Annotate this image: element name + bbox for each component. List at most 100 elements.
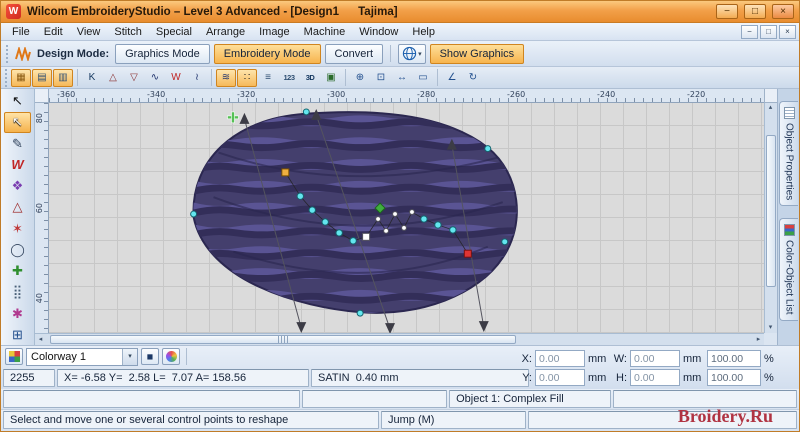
- pan-icon[interactable]: ↔: [392, 69, 412, 87]
- tab-object-properties[interactable]: Object Properties: [779, 101, 798, 207]
- node-edit-tool[interactable]: ❖: [4, 176, 31, 196]
- stitch-dots-tool[interactable]: ⣿: [4, 282, 31, 302]
- hint-field: Select and move one or several control p…: [3, 411, 379, 429]
- chevron-down-icon[interactable]: ▾: [122, 348, 137, 365]
- menu-machine[interactable]: Machine: [297, 25, 353, 39]
- separator: [211, 69, 212, 86]
- minimize-button[interactable]: −: [716, 4, 738, 19]
- scroll-up-icon[interactable]: ▴: [765, 103, 776, 113]
- scale-x-percent-label: %: [764, 352, 774, 365]
- toolbar-grip[interactable]: [6, 44, 9, 63]
- show-outlines-icon[interactable]: △: [103, 69, 123, 87]
- tab-color-object-list[interactable]: Color-Object List: [779, 218, 798, 321]
- mdi-restore-button[interactable]: □: [760, 24, 777, 39]
- zoom-box-icon[interactable]: ⊡: [371, 69, 391, 87]
- show-functions-icon[interactable]: ≋: [216, 68, 236, 87]
- menu-window[interactable]: Window: [352, 25, 405, 39]
- scroll-left-icon[interactable]: ◂: [35, 335, 46, 345]
- show-design-icon[interactable]: ▦: [11, 68, 31, 87]
- show-graphics-button[interactable]: Show Graphics: [429, 43, 525, 64]
- embroidery-mode-button[interactable]: Embroidery Mode: [213, 43, 321, 64]
- show-connectors-icon[interactable]: ≀: [187, 69, 207, 87]
- w-unit-label: mm: [683, 352, 702, 365]
- y-field[interactable]: [535, 369, 585, 386]
- pen-tool[interactable]: ✎: [4, 134, 31, 154]
- vertical-scrollbar[interactable]: ▴ ▾: [764, 103, 777, 333]
- menu-arrange[interactable]: Arrange: [199, 25, 252, 39]
- h-label: H:: [616, 371, 627, 384]
- h-field[interactable]: [630, 369, 680, 386]
- x-field[interactable]: [535, 350, 585, 367]
- select-tool[interactable]: ↖: [4, 91, 31, 111]
- menu-view[interactable]: View: [70, 25, 108, 39]
- reshape-tool[interactable]: ↖: [4, 112, 31, 133]
- ellipse-shape-tool[interactable]: ◯: [4, 240, 31, 260]
- vector-select-icon[interactable]: K: [82, 69, 102, 87]
- hoop-globe-button[interactable]: ▾: [398, 43, 426, 64]
- zoom-in-icon[interactable]: ⊕: [350, 69, 370, 87]
- graphics-mode-button[interactable]: Graphics Mode: [115, 43, 210, 64]
- menu-special[interactable]: Special: [149, 25, 199, 39]
- ruler-label: -220: [687, 90, 706, 99]
- colorway-dropdown[interactable]: Colorway 1 ▾: [26, 347, 138, 366]
- toolbar-grip[interactable]: [5, 68, 8, 87]
- trueview-icon[interactable]: ▣: [321, 69, 341, 87]
- ruler-label: -280: [417, 90, 436, 99]
- star-shape-tool[interactable]: ✶: [4, 219, 31, 239]
- convert-button[interactable]: Convert: [324, 43, 384, 64]
- add-point-tool[interactable]: ✚: [4, 261, 31, 281]
- scale-y-percent-label: %: [764, 371, 774, 384]
- scale-x-field[interactable]: [707, 350, 761, 367]
- cycle-colors-button[interactable]: [162, 348, 180, 366]
- separator: [77, 69, 78, 86]
- vertical-scroll-thumb[interactable]: [766, 135, 776, 287]
- overview-window-icon[interactable]: ▭: [413, 69, 433, 87]
- menu-help[interactable]: Help: [405, 25, 442, 39]
- vertical-ruler: 80 60 40: [35, 103, 49, 333]
- menu-image[interactable]: Image: [252, 25, 297, 39]
- threed-view-icon[interactable]: 3D: [300, 69, 320, 87]
- triangle-shape-tool[interactable]: △: [4, 197, 31, 217]
- design-canvas[interactable]: [49, 103, 764, 333]
- close-button[interactable]: ×: [772, 4, 794, 19]
- horizontal-scroll-thumb[interactable]: [49, 335, 517, 344]
- h-unit-label: mm: [683, 371, 702, 384]
- selection-type-field: Jump (M): [381, 411, 526, 429]
- sequin-tool[interactable]: ✱: [4, 304, 31, 324]
- mdi-minimize-button[interactable]: −: [741, 24, 758, 39]
- mdi-close-button[interactable]: ×: [779, 24, 796, 39]
- entry-point-marker[interactable]: [227, 111, 239, 124]
- grid-points-tool[interactable]: ⊞: [4, 325, 31, 345]
- show-shapes-icon[interactable]: ▽: [124, 69, 144, 87]
- menu-file[interactable]: File: [5, 25, 37, 39]
- x-label: X:: [521, 352, 532, 365]
- stitch-type-field: SATIN 0.40 mm: [311, 369, 529, 388]
- show-rulers-icon[interactable]: ▥: [53, 68, 73, 87]
- colorway-palette-button[interactable]: [5, 348, 23, 366]
- window-title: Wilcom EmbroideryStudio – Level 3 Advanc…: [27, 5, 398, 18]
- globe-dropdown-arrow[interactable]: ▾: [418, 50, 422, 58]
- lettering-view-icon[interactable]: W: [166, 69, 186, 87]
- redraw-icon[interactable]: ↻: [463, 69, 483, 87]
- measure-icon[interactable]: ∠: [442, 69, 462, 87]
- colorway-selected-value: Colorway 1: [31, 350, 87, 363]
- scrollbar-corner: [764, 333, 777, 345]
- scale-y-field[interactable]: [707, 369, 761, 386]
- show-needle-points-icon[interactable]: ∷: [237, 68, 257, 87]
- stitch-numbers-icon[interactable]: 123: [279, 69, 299, 87]
- scroll-down-icon[interactable]: ▾: [765, 323, 776, 333]
- stitch-list-icon[interactable]: ≡: [258, 69, 278, 87]
- w-field[interactable]: [630, 350, 680, 367]
- ruler-label: -360: [57, 90, 76, 99]
- separator: [345, 69, 346, 86]
- lettering-tool[interactable]: W: [4, 155, 31, 175]
- horizontal-scrollbar[interactable]: ◂ ▸: [35, 333, 764, 345]
- menu-stitch[interactable]: Stitch: [107, 25, 149, 39]
- maximize-button[interactable]: □: [744, 4, 766, 19]
- show-grid-icon[interactable]: ▤: [32, 68, 52, 87]
- scroll-right-icon[interactable]: ▸: [753, 335, 764, 345]
- menu-edit[interactable]: Edit: [37, 25, 70, 39]
- show-stitches-icon[interactable]: ∿: [145, 69, 165, 87]
- tab-label: Color-Object List: [783, 240, 795, 315]
- edit-thread-colors-button[interactable]: ◼: [141, 348, 159, 366]
